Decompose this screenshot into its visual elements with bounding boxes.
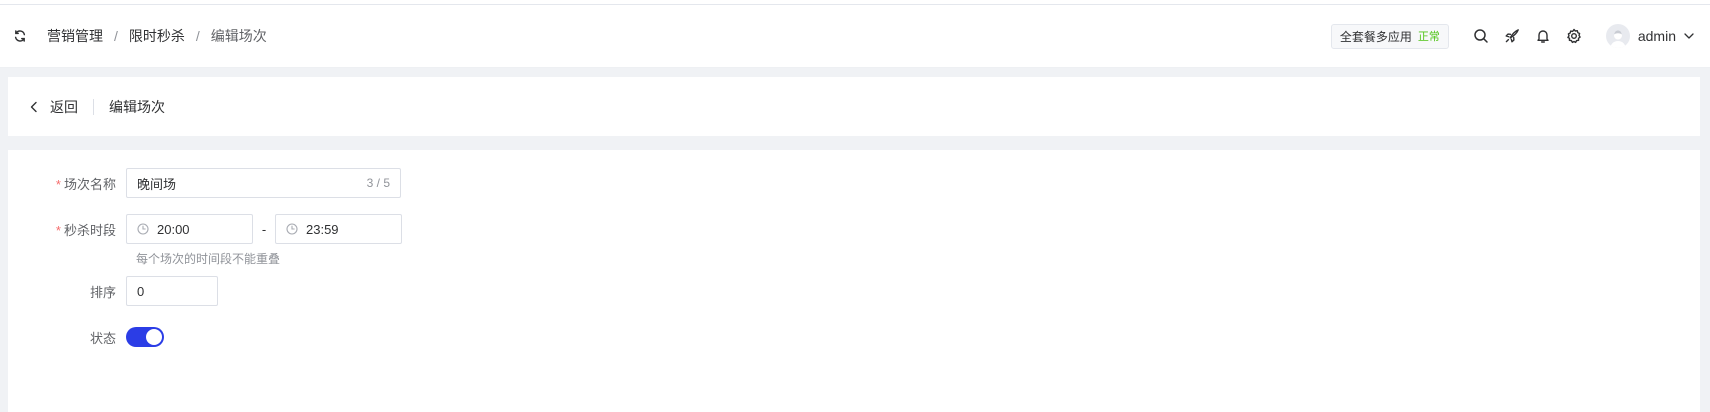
search-icon[interactable] <box>1472 27 1490 45</box>
end-time-picker[interactable]: 23:59 <box>275 214 402 244</box>
avatar[interactable] <box>1605 24 1630 48</box>
plan-label: 全套餐多应用 <box>1339 29 1412 44</box>
bell-icon[interactable] <box>1534 27 1552 45</box>
time-hint: 每个场次的时间段不能重叠 <box>136 252 281 266</box>
start-time-value: 20:00 <box>157 221 190 237</box>
form-row-sort: 排序 0 <box>8 276 218 306</box>
header-actions: 全套餐多应用 正常 admin <box>1330 5 1710 67</box>
page-header: 返回 编辑场次 <box>8 77 1700 136</box>
char-count: 3 / 5 <box>366 176 390 190</box>
rocket-icon[interactable] <box>1503 27 1521 45</box>
username[interactable]: admin <box>1638 28 1676 44</box>
back-label: 返回 <box>50 98 78 115</box>
end-time-value: 23:59 <box>306 221 339 237</box>
toggle-knob <box>146 329 162 345</box>
field-label: * 秒杀时段 <box>55 222 116 238</box>
chevron-down-icon[interactable] <box>1682 29 1696 43</box>
form-row-time: * 秒杀时段 20:00 - 23:59 <box>8 214 402 244</box>
page-title: 编辑场次 <box>109 98 165 115</box>
required-mark: * <box>55 176 61 192</box>
breadcrumb-item-marketing[interactable]: 营销管理 <box>47 26 103 46</box>
status-toggle[interactable] <box>126 327 164 347</box>
clock-icon <box>137 223 149 235</box>
sort-input[interactable]: 0 <box>126 276 218 306</box>
plan-badge[interactable]: 全套餐多应用 正常 <box>1330 23 1449 49</box>
refresh-icon[interactable] <box>11 27 29 45</box>
range-separator: - <box>261 221 267 237</box>
chevron-left-icon <box>28 100 42 114</box>
field-label: 排序 <box>89 284 116 300</box>
breadcrumb-item-edit-session: 编辑场次 <box>210 28 267 44</box>
top-header: 营销管理 / 限时秒杀 / 编辑场次 全套餐多应用 正常 admin <box>0 5 1710 68</box>
session-name-input[interactable]: 晚间场 3 / 5 <box>126 168 401 198</box>
breadcrumb: 营销管理 / 限时秒杀 / 编辑场次 <box>47 26 267 46</box>
sort-value: 0 <box>137 283 145 299</box>
breadcrumb-item-flash-sale[interactable]: 限时秒杀 <box>129 26 185 46</box>
session-name-value: 晚间场 <box>137 176 177 192</box>
field-label: 状态 <box>89 330 116 346</box>
required-mark: * <box>55 222 61 238</box>
divider <box>93 98 94 115</box>
breadcrumb-separator: / <box>114 28 118 44</box>
breadcrumb-separator: / <box>195 28 200 44</box>
clock-icon <box>286 223 298 235</box>
form-row-name: * 场次名称 晚间场 3 / 5 <box>8 168 401 198</box>
gear-icon[interactable] <box>1565 27 1583 45</box>
plan-status-badge: 正常 <box>1417 31 1440 43</box>
field-label: * 场次名称 <box>55 176 116 192</box>
start-time-picker[interactable]: 20:00 <box>126 214 253 244</box>
edit-form: * 场次名称 晚间场 3 / 5 * 秒杀时段 20:00 - 23:59 每个场次 <box>8 150 1700 412</box>
back-button[interactable]: 返回 <box>28 97 78 117</box>
form-row-status: 状态 <box>8 327 164 347</box>
